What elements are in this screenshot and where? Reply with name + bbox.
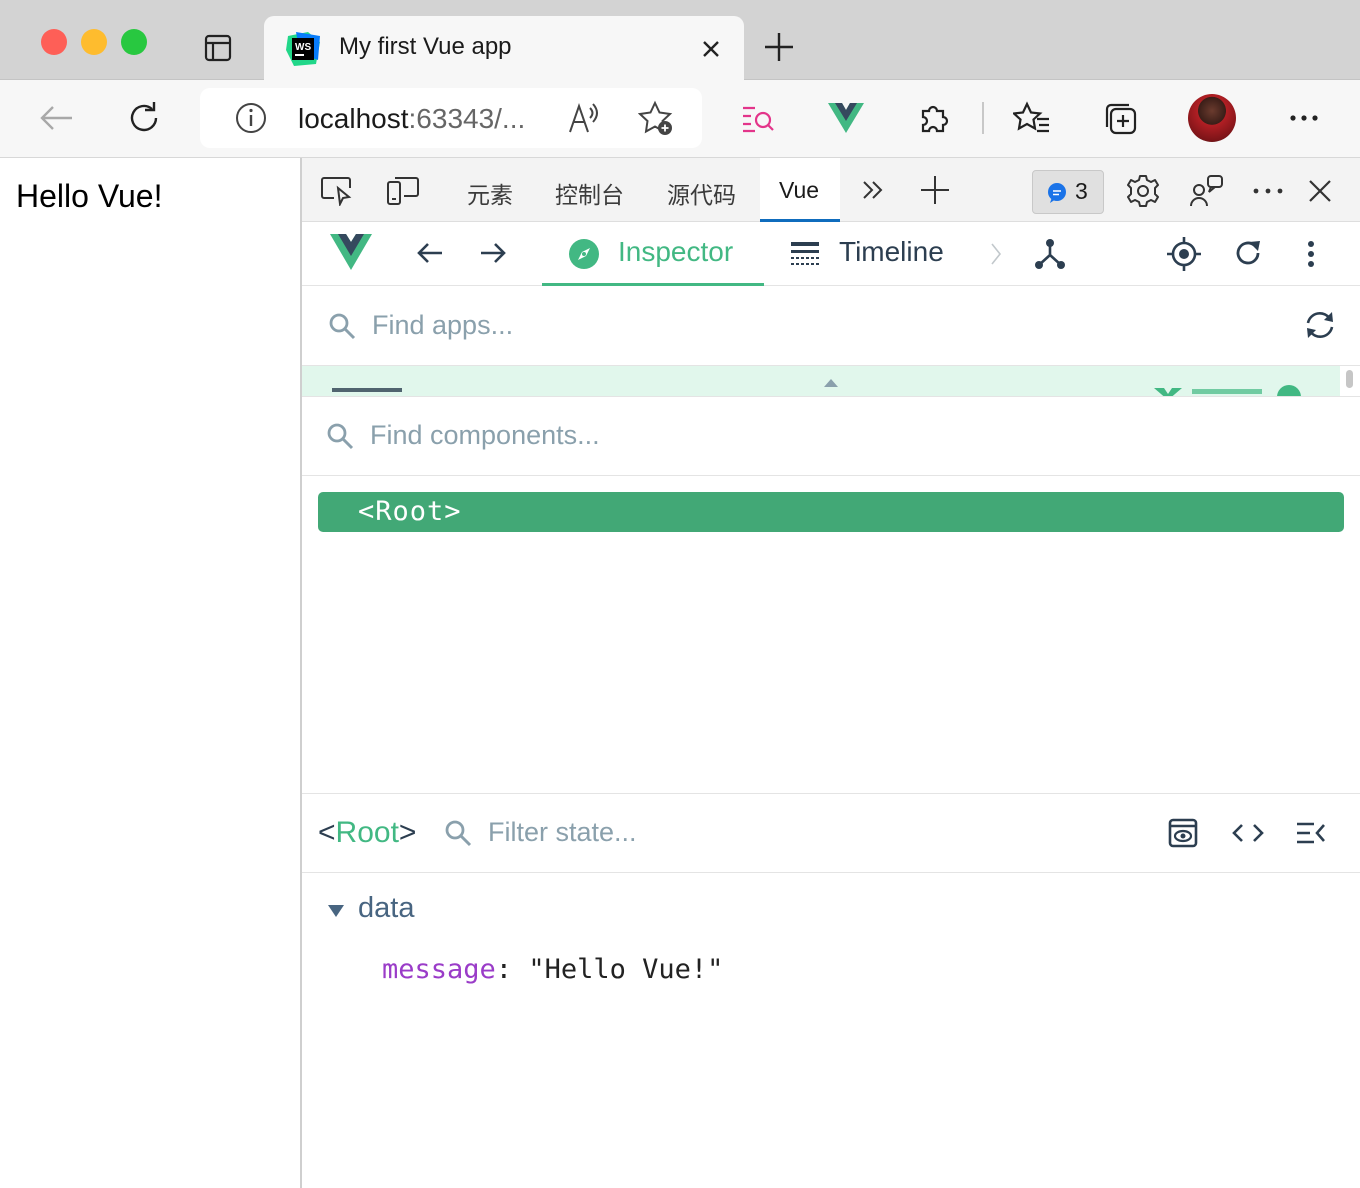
section-expanded-caret-icon[interactable] — [328, 905, 344, 917]
tab-active[interactable]: WS My first Vue app — [264, 16, 744, 80]
app-settings-clipped-icon — [1274, 382, 1304, 396]
feedback-icon[interactable] — [1190, 174, 1224, 208]
vue-extension-icon[interactable] — [828, 102, 864, 134]
find-components-input[interactable]: Find components... — [370, 420, 600, 451]
vue-refresh-icon[interactable] — [1234, 239, 1262, 267]
compass-icon — [568, 238, 600, 270]
inspector-label: Inspector — [618, 236, 734, 267]
component-tree-icon[interactable] — [1034, 237, 1066, 271]
favorites-icon[interactable] — [1013, 101, 1051, 135]
tab-console[interactable]: 控制台 — [555, 176, 624, 210]
read-aloud-icon[interactable] — [568, 102, 602, 134]
components-search-icon — [326, 422, 354, 450]
message-bubble-icon — [1046, 182, 1068, 204]
tab-inspector[interactable]: Inspector — [542, 222, 764, 286]
app-name-clipped — [332, 388, 402, 392]
close-window-button[interactable] — [41, 29, 67, 55]
app-vue-version-clipped-icon — [1154, 386, 1274, 396]
address-bar[interactable]: localhost:63343/... — [200, 88, 702, 148]
state-field-row[interactable]: message: "Hello Vue!" — [382, 954, 723, 985]
back-arrow-icon[interactable] — [38, 104, 74, 132]
reading-search-icon[interactable] — [741, 104, 775, 134]
find-apps-input[interactable]: Find apps... — [372, 310, 513, 341]
devtools-tab-bar: 元素 控制台 源代码 Vue 3 — [302, 158, 1360, 222]
apps-scrollbar[interactable] — [1346, 370, 1353, 388]
add-favorite-icon[interactable] — [638, 100, 676, 138]
find-components-bar[interactable]: Find components... — [302, 396, 1360, 476]
collapse-caret-icon[interactable] — [824, 379, 838, 387]
vue-logo-icon — [330, 233, 372, 271]
page-viewport: Hello Vue! — [0, 158, 300, 1188]
devtools-more-icon[interactable] — [1253, 188, 1283, 194]
issues-count: 3 — [1075, 178, 1088, 204]
state-value: "Hello Vue!" — [528, 954, 724, 985]
url-text[interactable]: localhost:63343/... — [298, 103, 525, 135]
vue-more-vertical-icon[interactable] — [1307, 240, 1315, 268]
extensions-puzzle-icon[interactable] — [917, 101, 951, 135]
tab-actions-icon[interactable] — [204, 34, 232, 62]
profile-avatar[interactable] — [1188, 94, 1236, 142]
sync-apps-icon[interactable] — [1304, 310, 1336, 340]
tab-vue[interactable]: Vue — [760, 158, 840, 222]
toolbar-separator — [982, 102, 984, 134]
tab-timeline[interactable]: Timeline — [839, 236, 944, 268]
find-apps-bar[interactable]: Find apps... — [302, 286, 1360, 366]
nav-back-arrow-icon[interactable] — [416, 241, 444, 265]
state-separator: : — [495, 954, 529, 985]
state-data-section: data message: "Hello Vue!" — [302, 874, 1360, 1188]
more-options-icon[interactable] — [1289, 114, 1319, 122]
inspect-element-icon[interactable] — [320, 176, 356, 206]
data-section-label[interactable]: data — [358, 892, 414, 925]
filter-state-input[interactable]: Filter state... — [488, 817, 637, 848]
webstorm-favicon-icon: WS — [286, 32, 320, 66]
root-node-label: <Root> — [358, 496, 462, 527]
open-in-editor-code-icon[interactable] — [1232, 823, 1264, 843]
state-key: message — [382, 954, 496, 985]
nav-forward-arrow-icon[interactable] — [479, 241, 507, 265]
tab-title: My first Vue app — [339, 33, 512, 60]
nav-separator-chevron-icon — [990, 242, 1002, 266]
selected-component-name: <Root> — [318, 816, 417, 849]
vue-devtools-nav: Inspector Timeline — [302, 222, 1360, 286]
svg-text:WS: WS — [295, 42, 311, 53]
refresh-icon[interactable] — [127, 101, 161, 135]
device-emulation-icon[interactable] — [386, 176, 420, 206]
maximize-window-button[interactable] — [121, 29, 147, 55]
browser-tab-bar: WS My first Vue app — [0, 0, 1360, 80]
browser-toolbar: localhost:63343/... — [0, 80, 1360, 158]
issues-badge[interactable]: 3 — [1032, 170, 1104, 214]
close-devtools-icon[interactable] — [1308, 179, 1332, 203]
state-toolbar: <Root> Filter state... — [302, 793, 1360, 873]
timeline-icon — [790, 240, 820, 266]
component-tree-root-node[interactable]: <Root> — [318, 492, 1344, 532]
minimize-window-button[interactable] — [81, 29, 107, 55]
tab-sources[interactable]: 源代码 — [667, 176, 736, 210]
collapse-all-icon[interactable] — [1296, 821, 1326, 845]
select-component-target-icon[interactable] — [1166, 236, 1202, 272]
close-tab-icon[interactable] — [702, 40, 720, 58]
settings-gear-icon[interactable] — [1126, 174, 1160, 208]
scroll-to-component-icon[interactable] — [1168, 818, 1198, 848]
new-tab-icon[interactable] — [764, 32, 794, 62]
page-hello-text: Hello Vue! — [16, 178, 163, 214]
collections-icon[interactable] — [1103, 101, 1139, 137]
site-info-icon[interactable] — [235, 102, 267, 134]
more-tabs-chevron-icon[interactable] — [862, 180, 884, 200]
apps-search-icon — [328, 312, 356, 340]
state-search-icon — [444, 819, 472, 847]
add-tool-icon[interactable] — [920, 175, 950, 205]
app-list-row[interactable] — [302, 366, 1340, 396]
tab-elements[interactable]: 元素 — [467, 176, 513, 210]
